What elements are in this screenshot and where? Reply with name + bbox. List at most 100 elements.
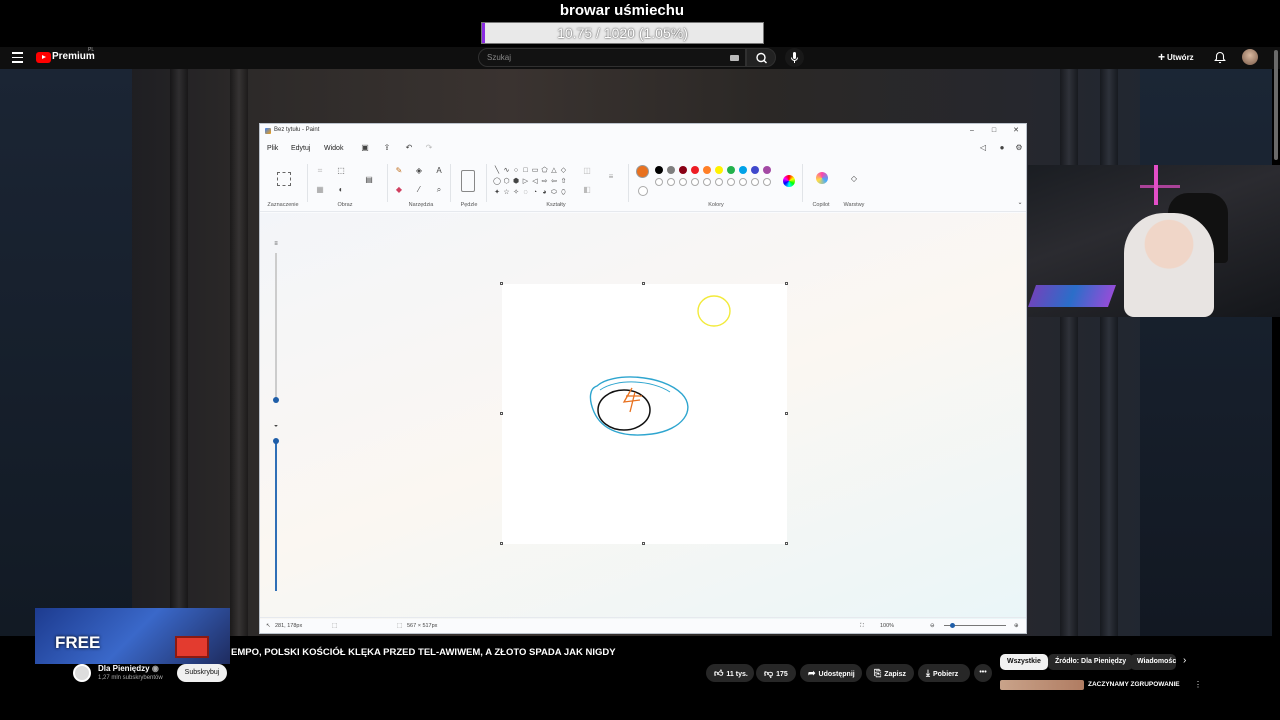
close-icon[interactable]: ✕ <box>1008 126 1024 136</box>
shape-option-icon[interactable]: ⇨ <box>540 177 550 187</box>
resize-handle[interactable] <box>785 282 788 285</box>
resize-handle[interactable] <box>785 412 788 415</box>
chip-news[interactable]: Wiadomości <box>1130 654 1176 670</box>
eraser-icon[interactable]: ◆ <box>394 185 404 195</box>
palette-swatch[interactable] <box>667 166 675 174</box>
settings-icon[interactable]: ⚙ <box>1014 143 1024 153</box>
menu-icon[interactable] <box>12 52 23 63</box>
next-video-title[interactable]: ZACZYNAMY ZGRUPOWANIE <box>1088 681 1180 688</box>
layers-icon[interactable]: ◇ <box>849 174 859 184</box>
shape-option-icon[interactable]: ⇧ <box>559 177 569 187</box>
shape-option-icon[interactable]: □ <box>521 166 531 176</box>
undo-icon[interactable]: ↶ <box>404 143 414 153</box>
channel-avatar[interactable] <box>73 664 91 682</box>
resize-handle[interactable] <box>500 542 503 545</box>
drawing-canvas[interactable] <box>500 282 788 545</box>
shape-option-icon[interactable]: ∿ <box>502 166 512 176</box>
shape-option-icon[interactable]: ◔ <box>530 188 540 198</box>
subscribe-button[interactable]: Subskrybuj <box>177 664 227 682</box>
crop-icon[interactable]: ⌗ <box>315 166 325 176</box>
next-video-more-icon[interactable]: ⋮ <box>1194 680 1202 689</box>
chip-source[interactable]: Źródło: Dla Pieniędzy <box>1048 654 1134 670</box>
size-slider-track[interactable] <box>275 253 277 403</box>
keyboard-icon[interactable] <box>730 55 739 61</box>
account-avatar[interactable] <box>1242 49 1258 65</box>
size-icon[interactable]: ≡ <box>606 172 616 182</box>
brush-icon[interactable] <box>461 170 475 192</box>
palette-swatch[interactable] <box>691 178 699 186</box>
more-actions-button[interactable]: ••• <box>974 664 992 682</box>
promo-thumbnail[interactable]: FREE <box>35 608 230 664</box>
share-icon[interactable]: ⇪ <box>382 143 392 153</box>
palette-swatch[interactable] <box>727 178 735 186</box>
dislike-button[interactable]: 👎︎ 175 <box>756 664 796 682</box>
resize-handle[interactable] <box>785 542 788 545</box>
palette-swatch[interactable] <box>739 166 747 174</box>
palette-swatch[interactable] <box>703 178 711 186</box>
next-video-thumbnail[interactable] <box>1000 680 1084 690</box>
resize-handle[interactable] <box>642 282 645 285</box>
secondary-color-swatch[interactable] <box>638 186 648 196</box>
fill-icon[interactable]: ◈ <box>414 166 424 176</box>
shape-option-icon[interactable]: ◌ <box>521 188 531 198</box>
shape-outline-icon[interactable]: ◫ <box>582 166 592 176</box>
menu-edit[interactable]: Edytuj <box>291 145 310 152</box>
palette-swatch[interactable] <box>727 166 735 174</box>
pencil-icon[interactable]: ✎ <box>394 166 404 176</box>
menu-file[interactable]: Plik <box>267 145 278 152</box>
shape-option-icon[interactable]: ▭ <box>530 166 540 176</box>
color-picker-icon[interactable]: ⁄ <box>414 185 424 195</box>
shape-option-icon[interactable]: △ <box>549 166 559 176</box>
opacity-slider-track[interactable] <box>275 439 277 591</box>
palette-swatch[interactable] <box>739 178 747 186</box>
shape-option-icon[interactable]: ⬭ <box>549 188 559 198</box>
resize-handle[interactable] <box>642 542 645 545</box>
zoom-level[interactable]: 100% <box>880 623 894 629</box>
palette-swatch[interactable] <box>655 166 663 174</box>
like-button[interactable]: 👍︎ 11 tys. <box>706 664 754 682</box>
zoom-out-icon[interactable]: ⊖ <box>930 623 935 629</box>
size-slider-knob[interactable] <box>273 397 279 403</box>
shape-option-icon[interactable]: ⬠ <box>540 166 550 176</box>
magnifier-icon[interactable]: ⌕ <box>434 185 444 195</box>
color-palette[interactable] <box>655 166 780 196</box>
shape-option-icon[interactable]: ✧ <box>511 188 521 198</box>
ribbon-collapse-icon[interactable]: ⌄ <box>1015 198 1025 208</box>
palette-swatch[interactable] <box>703 166 711 174</box>
edit-colors-icon[interactable] <box>783 175 795 187</box>
fit-icon[interactable]: ⛶ <box>860 623 864 630</box>
save-icon[interactable]: ▣ <box>360 143 370 153</box>
shape-option-icon[interactable]: ⬢ <box>511 177 521 187</box>
selection-icon[interactable] <box>277 172 291 186</box>
youtube-logo-icon[interactable] <box>36 52 51 63</box>
menu-view[interactable]: Widok <box>324 145 343 152</box>
create-button[interactable]: + Utwórz <box>1158 49 1204 66</box>
shape-option-icon[interactable]: ○ <box>511 166 521 176</box>
chevron-right-icon[interactable]: › <box>1183 655 1186 666</box>
zoom-in-icon[interactable]: ⊕ <box>1014 623 1019 629</box>
bell-icon[interactable] <box>1214 51 1226 64</box>
search-button[interactable] <box>746 48 776 67</box>
maximize-icon[interactable]: □ <box>986 126 1002 136</box>
shape-option-icon[interactable]: ◇ <box>559 166 569 176</box>
opacity-slider-knob[interactable] <box>273 438 279 444</box>
shape-option-icon[interactable]: ✦ <box>492 188 502 198</box>
download-button[interactable]: ⤓ Pobierz <box>918 664 970 682</box>
search-input[interactable] <box>487 53 717 62</box>
copilot-icon[interactable] <box>816 172 828 184</box>
share-button[interactable]: ➦ Udostępnij <box>800 664 862 682</box>
text-tool-icon[interactable]: A <box>434 166 444 176</box>
resize-icon[interactable]: ⬚ <box>336 166 346 176</box>
shape-option-icon[interactable]: ☆ <box>502 188 512 198</box>
shapes-gallery[interactable]: ╲ ∿ ○ □ ▭ ⬠ △ ◇ ◯ ⬡ ⬢ ▷ ◁ ⇨ ⇦ ⇧ ✦ ☆ ✧ ◌ ◔ ◕ ⬭ ⬯ <box>492 166 570 200</box>
image-select-icon[interactable]: ▦ <box>315 185 325 195</box>
selected-color-swatch[interactable] <box>636 165 649 178</box>
shape-fill-icon[interactable]: ◧ <box>582 185 592 195</box>
rotate-icon[interactable]: ◐ <box>336 185 346 195</box>
channel-name[interactable]: Dla Pieniędzy ◉ <box>98 664 159 673</box>
minimize-icon[interactable]: – <box>964 126 980 136</box>
shape-option-icon[interactable]: ⇦ <box>549 177 559 187</box>
image-effects-icon[interactable]: ▤ <box>364 175 374 185</box>
zoom-slider-knob[interactable] <box>950 623 955 628</box>
shape-option-icon[interactable]: ⬡ <box>502 177 512 187</box>
